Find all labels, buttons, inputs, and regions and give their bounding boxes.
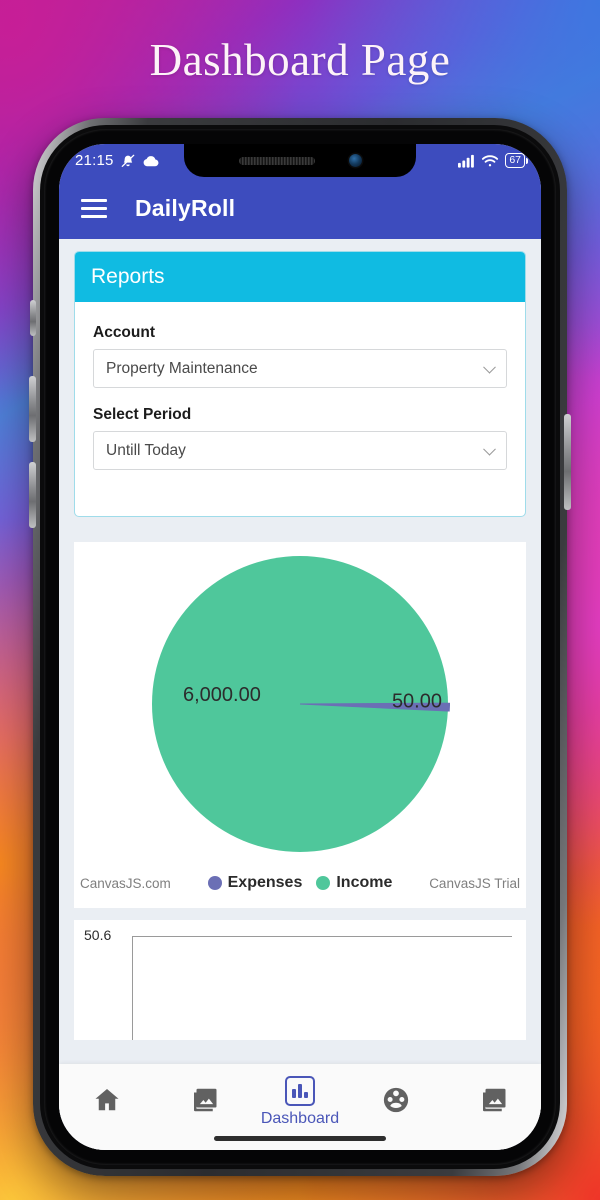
status-bar-left: 21:15 xyxy=(75,152,160,169)
home-icon xyxy=(92,1085,122,1120)
power-button[interactable] xyxy=(564,414,571,510)
canvasjs-watermark-left: CanvasJS.com xyxy=(80,875,171,891)
bell-slash-icon xyxy=(120,153,136,169)
legend-item-income[interactable]: Income xyxy=(316,874,392,892)
page-content: Reports Account Property Maintenance Sel… xyxy=(59,239,541,1150)
canvasjs-watermark-right: CanvasJS Trial xyxy=(429,875,520,891)
photo-library-icon xyxy=(478,1085,508,1120)
nav-item-dashboard[interactable]: Dashboard xyxy=(260,1076,340,1138)
pie-chart: 6,000.00 50.00 xyxy=(74,554,526,854)
phone-screen: 21:15 67 DailyRoll Reports Account Prope… xyxy=(59,144,541,1150)
nav-item-gallery-2[interactable] xyxy=(456,1085,530,1130)
group-people-icon xyxy=(381,1085,411,1120)
chevron-down-icon xyxy=(483,442,496,456)
earpiece-speaker-icon xyxy=(238,156,315,165)
legend-label-income: Income xyxy=(336,874,393,891)
status-bar-right: 67 xyxy=(458,153,528,168)
battery-indicator: 67 xyxy=(505,153,528,168)
page-title: Dashboard Page xyxy=(149,35,451,85)
account-label: Account xyxy=(93,324,155,341)
pie-slices: 6,000.00 50.00 xyxy=(152,556,448,852)
nav-item-gallery-1[interactable] xyxy=(167,1085,241,1130)
nav-label-dashboard: Dashboard xyxy=(260,1110,340,1127)
nav-item-home[interactable] xyxy=(70,1085,144,1130)
chevron-down-icon xyxy=(483,360,496,374)
mute-switch-button[interactable] xyxy=(30,300,36,336)
signal-bars-icon xyxy=(458,154,475,168)
bar-chart-icon xyxy=(284,1076,315,1106)
app-title: DailyRoll xyxy=(135,194,236,221)
reports-card-body: Account Property Maintenance Select Peri… xyxy=(75,302,525,516)
reports-card: Reports Account Property Maintenance Sel… xyxy=(74,251,526,517)
bar-chart-card: 50.6 xyxy=(74,920,526,1040)
nav-item-group[interactable] xyxy=(359,1085,433,1130)
legend-label-expenses: Expenses xyxy=(227,874,303,891)
front-camera-icon xyxy=(348,154,362,167)
pie-chart-footer: CanvasJS.com Expenses Income CanvasJS Tr… xyxy=(74,874,526,892)
legend-swatch-expenses xyxy=(207,876,222,890)
wifi-icon xyxy=(481,154,499,168)
volume-up-button[interactable] xyxy=(29,376,36,442)
battery-level-text: 67 xyxy=(509,154,521,167)
status-time: 21:15 xyxy=(75,152,114,169)
volume-down-button[interactable] xyxy=(29,462,36,528)
photo-library-icon xyxy=(189,1085,219,1120)
chart-legend: Expenses Income xyxy=(207,874,392,892)
pie-label-expenses: 50.00 xyxy=(391,690,442,713)
period-select-value: Untill Today xyxy=(106,441,186,459)
account-select[interactable]: Property Maintenance xyxy=(93,349,507,388)
legend-item-expenses[interactable]: Expenses xyxy=(207,874,303,892)
notch xyxy=(184,144,416,177)
hamburger-menu-icon[interactable] xyxy=(81,198,107,218)
pie-label-income: 6,000.00 xyxy=(183,684,261,707)
legend-swatch-income xyxy=(316,876,331,890)
account-select-value: Property Maintenance xyxy=(106,359,258,377)
home-indicator[interactable] xyxy=(214,1136,386,1141)
period-label: Select Period xyxy=(93,406,192,423)
phone-mockup: 21:15 67 DailyRoll Reports Account Prope… xyxy=(29,118,571,1176)
bar-chart-y-tick: 50.6 xyxy=(84,927,112,943)
bar-chart-gridline xyxy=(132,936,512,937)
reports-card-header: Reports xyxy=(75,252,525,302)
bar-chart-y-axis xyxy=(132,936,133,1040)
period-select[interactable]: Untill Today xyxy=(93,431,507,470)
pie-chart-card: 6,000.00 50.00 CanvasJS.com Expenses Inc… xyxy=(74,542,526,908)
app-bar: DailyRoll xyxy=(59,177,541,239)
cloud-icon xyxy=(142,154,160,168)
